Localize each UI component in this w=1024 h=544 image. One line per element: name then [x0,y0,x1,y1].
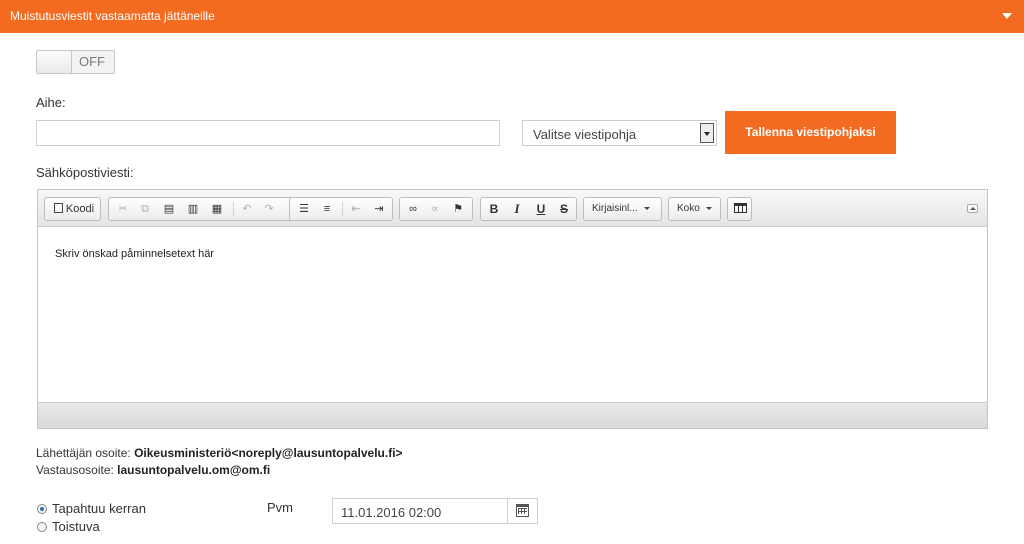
reply-address: Vastausosoite: lausuntopalvelu.om@om.fi [36,463,270,477]
link-icon[interactable]: ∞ [403,198,423,220]
font-combo[interactable]: Kirjaisinl... [583,197,662,221]
italic-button[interactable]: I [507,198,527,220]
paste-word-icon[interactable]: ▦ [207,198,227,220]
reply-label: Vastausosoite: [36,463,114,477]
list-group: ☰ ≡ ⇤ ⇥ [289,197,393,221]
source-button-label: Koodi [65,203,95,215]
template-select[interactable]: Valitse viestipohja [522,120,717,146]
panel-header[interactable]: Muistutusviestit vastaamatta jättäneille [0,0,1024,33]
subject-input[interactable] [36,120,500,146]
chevron-down-icon [705,206,712,210]
chevron-down-icon [643,206,650,210]
date-label: Pvm [267,500,293,515]
editor-statusbar [38,402,987,428]
toggle-knob [37,51,72,73]
toolbar-separator [342,202,343,216]
source-group: Koodi [44,197,101,221]
anchor-flag-icon[interactable]: ⚑ [448,198,468,220]
cut-icon[interactable]: ✂ [113,198,133,220]
radio-recurring-label[interactable]: Toistuva [52,519,100,534]
style-group: B I U S [480,197,577,221]
collapse-toolbar-icon[interactable] [967,204,978,213]
editor-text: Skriv önskad påminnelsetext här [55,248,214,260]
select-arrow-icon[interactable] [700,123,714,143]
sender-label: Lähettäjän osoite: [36,446,131,460]
underline-button[interactable]: U [531,198,551,220]
bold-button[interactable]: B [484,198,504,220]
outdent-icon[interactable]: ⇤ [346,198,366,220]
redo-icon[interactable]: ↷ [259,198,279,220]
radio-recurring[interactable] [37,522,47,532]
unlink-icon[interactable]: ∝ [425,198,445,220]
paste-icon[interactable]: ▤ [159,198,179,220]
email-label: Sähköpostiviesti: [36,165,134,180]
size-combo-label: Koko [677,198,721,220]
indent-icon[interactable]: ⇥ [369,198,389,220]
chevron-down-icon[interactable] [1002,13,1012,19]
bulleted-list-icon[interactable]: ≡ [317,198,337,220]
date-value: 11.01.2016 02:00 [341,505,442,520]
editor-content-area[interactable]: Skriv önskad påminnelsetext här [38,228,987,401]
radio-once[interactable] [37,504,47,514]
template-select-value: Valitse viestipohja [533,127,637,142]
radio-once-label[interactable]: Tapahtuu kerran [52,501,146,516]
table-icon[interactable] [730,198,750,220]
email-editor: Koodi ✂ ⧉ ▤ ▥ ▦ ↶ ↷ ☰ ≡ ⇤ ⇥ ∞ ∝ ⚑ B I U … [37,189,988,429]
toggle-label: OFF [79,54,105,69]
strikethrough-button[interactable]: S [554,198,574,220]
size-combo[interactable]: Koko [668,197,721,221]
source-button[interactable]: Koodi [48,198,100,220]
copy-icon[interactable]: ⧉ [135,198,155,220]
table-group [727,197,752,221]
sender-address: Lähettäjän osoite: Oikeusministeriö<nore… [36,446,403,460]
source-icon [53,203,63,213]
undo-icon[interactable]: ↶ [237,198,257,220]
calendar-icon [516,504,529,517]
paste-text-icon[interactable]: ▥ [183,198,203,220]
reply-value: lausuntopalvelu.om@om.fi [117,463,271,477]
font-combo-label: Kirjaisinl... [592,198,660,220]
sender-value: Oikeusministeriö<noreply@lausuntopalvelu… [134,446,403,460]
save-template-button[interactable]: Tallenna viestipohjaksi [725,111,896,154]
subject-label: Aihe: [36,95,66,110]
editor-toolbar: Koodi ✂ ⧉ ▤ ▥ ▦ ↶ ↷ ☰ ≡ ⇤ ⇥ ∞ ∝ ⚑ B I U … [38,190,987,227]
date-picker-button[interactable] [507,499,537,523]
panel-title: Muistutusviestit vastaamatta jättäneille [10,9,215,23]
toolbar-separator [233,202,234,216]
date-input[interactable]: 11.01.2016 02:00 [332,498,538,524]
numbered-list-icon[interactable]: ☰ [294,198,314,220]
link-group: ∞ ∝ ⚑ [399,197,473,221]
reminder-toggle[interactable]: OFF [36,50,115,74]
